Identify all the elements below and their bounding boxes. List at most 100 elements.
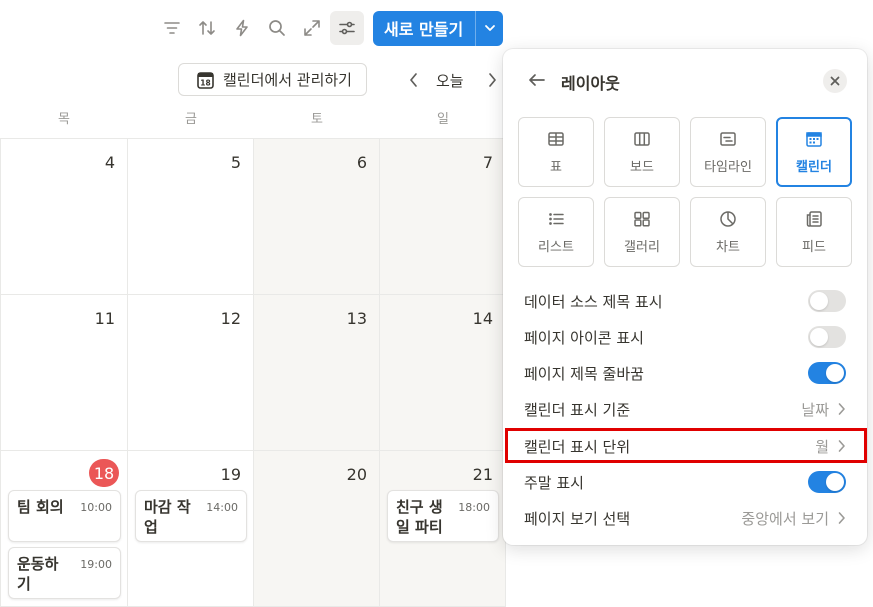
view-option-gallery[interactable]: 갤러리 xyxy=(604,197,680,267)
view-option-feed[interactable]: 피드 xyxy=(776,197,852,267)
view-option-chart[interactable]: 차트 xyxy=(690,197,766,267)
option-show-page-icon[interactable]: 페이지 아이콘 표시 xyxy=(518,320,852,354)
calendar-icon xyxy=(806,132,822,147)
day-number: 7 xyxy=(482,153,493,172)
option-show-calendar-by[interactable]: 캘린더 표시 기준 날짜 xyxy=(518,392,852,426)
view-option-timeline[interactable]: 타임라인 xyxy=(690,117,766,187)
view-option-label: 타임라인 xyxy=(704,160,752,175)
previous-month-button[interactable] xyxy=(405,70,423,90)
chevron-left-icon xyxy=(410,73,417,87)
feed-icon xyxy=(806,211,822,227)
day-number: 5 xyxy=(230,153,241,172)
manage-in-calendar-label: 캘린더에서 관리하기 xyxy=(223,71,352,89)
chevron-right-icon xyxy=(838,512,845,524)
option-value: 중앙에서 보기 xyxy=(741,509,829,528)
event-time: 14:00 xyxy=(206,501,238,514)
back-button[interactable] xyxy=(527,70,547,90)
settings-sliders-icon[interactable] xyxy=(330,11,364,45)
expand-icon[interactable] xyxy=(295,11,329,45)
table-icon xyxy=(548,132,564,146)
option-wrap-page-title[interactable]: 페이지 제목 줄바꿈 xyxy=(518,356,852,390)
sort-icon[interactable] xyxy=(190,11,224,45)
weekday-label: 토 xyxy=(311,112,323,127)
filter-icon[interactable] xyxy=(155,11,189,45)
event-title: 팀 회의 xyxy=(17,498,64,516)
option-show-source-title[interactable]: 데이터 소스 제목 표시 xyxy=(518,284,852,318)
manage-in-calendar-button[interactable]: 18 캘린더에서 관리하기 xyxy=(178,63,367,96)
calendar-app-icon: 18 xyxy=(197,71,214,89)
close-icon xyxy=(830,76,840,86)
view-option-table[interactable]: 표 xyxy=(518,117,594,187)
option-show-weekends[interactable]: 주말 표시 xyxy=(518,465,852,499)
list-icon xyxy=(549,213,564,225)
view-option-label: 보드 xyxy=(630,160,654,175)
day-number: 13 xyxy=(346,309,367,328)
toggle-switch[interactable] xyxy=(808,471,846,493)
event-time: 18:00 xyxy=(458,501,490,514)
chevron-right-icon xyxy=(489,73,496,87)
weekday-label: 목 xyxy=(58,112,70,127)
option-label: 페이지 아이콘 표시 xyxy=(524,328,644,347)
day-cell[interactable]: 20 xyxy=(254,451,380,607)
day-cell[interactable]: 14 xyxy=(380,295,506,451)
option-label: 페이지 보기 선택 xyxy=(524,509,631,528)
day-number: 12 xyxy=(220,309,241,328)
new-button[interactable]: 새로 만들기 xyxy=(373,11,475,46)
chevron-right-icon xyxy=(838,440,845,452)
day-cell[interactable]: 7 xyxy=(380,139,506,295)
event-card[interactable]: 운동하기 19:00 xyxy=(8,547,121,599)
layout-panel: 레이아웃 표 보드 타임라인 캘린더 리스트 갤러리 차트 피드 데이터 소스 … xyxy=(503,49,867,545)
view-option-list[interactable]: 리스트 xyxy=(518,197,594,267)
search-icon[interactable] xyxy=(260,11,294,45)
day-cell[interactable]: 4 xyxy=(1,139,128,295)
weekday-header: 목 금 토 일 xyxy=(0,108,506,130)
chevron-down-icon xyxy=(484,25,495,31)
toggle-switch[interactable] xyxy=(808,326,846,348)
event-card[interactable]: 마감 작업 14:00 xyxy=(135,490,247,542)
board-icon xyxy=(634,132,650,146)
view-toolbar: 새로 만들기 xyxy=(155,10,504,46)
calendar-week: 4 5 6 7 xyxy=(1,139,506,295)
day-cell[interactable]: 19 마감 작업 14:00 xyxy=(128,451,254,607)
option-value: 날짜 xyxy=(801,400,829,419)
day-cell[interactable]: 12 xyxy=(128,295,254,451)
toggle-switch[interactable] xyxy=(808,290,846,312)
option-label: 데이터 소스 제목 표시 xyxy=(524,292,663,311)
weekday-label: 금 xyxy=(185,112,197,127)
event-card[interactable]: 친구 생일 파티 18:00 xyxy=(387,490,499,542)
arrow-left-icon xyxy=(529,74,545,86)
view-option-label: 표 xyxy=(550,160,562,175)
event-card[interactable]: 팀 회의 10:00 xyxy=(8,490,121,542)
next-month-button[interactable] xyxy=(483,70,501,90)
calendar-week: 18 팀 회의 10:00 운동하기 19:00 19 마감 작업 14:00 … xyxy=(1,451,506,607)
option-page-open-mode[interactable]: 페이지 보기 선택 중앙에서 보기 xyxy=(518,501,852,535)
chart-icon xyxy=(720,211,736,227)
chevron-right-icon xyxy=(838,403,845,415)
option-label: 캘린더 표시 기준 xyxy=(524,400,631,419)
view-option-board[interactable]: 보드 xyxy=(604,117,680,187)
today-button[interactable]: 오늘 xyxy=(436,70,464,91)
day-cell[interactable]: 21 친구 생일 파티 18:00 xyxy=(380,451,506,607)
option-value: 월 xyxy=(815,437,829,456)
day-number: 11 xyxy=(94,309,115,328)
view-option-label: 갤러리 xyxy=(624,240,660,255)
day-cell[interactable]: 13 xyxy=(254,295,380,451)
calendar-week: 11 12 13 14 xyxy=(1,295,506,451)
event-title: 친구 생일 파티 xyxy=(396,498,443,536)
lightning-icon[interactable] xyxy=(225,11,259,45)
today-badge: 18 xyxy=(89,459,119,487)
day-cell-today[interactable]: 18 팀 회의 10:00 운동하기 19:00 xyxy=(1,451,128,607)
day-cell[interactable]: 6 xyxy=(254,139,380,295)
new-dropdown-button[interactable] xyxy=(475,10,503,46)
view-option-label: 캘린더 xyxy=(796,160,832,175)
new-button-group: 새로 만들기 xyxy=(373,10,504,46)
day-cell[interactable]: 11 xyxy=(1,295,128,451)
view-option-calendar[interactable]: 캘린더 xyxy=(776,117,852,187)
day-cell[interactable]: 5 xyxy=(128,139,254,295)
option-label: 캘린더 표시 단위 xyxy=(524,437,631,456)
toggle-switch[interactable] xyxy=(808,362,846,384)
option-calendar-unit[interactable]: 캘린더 표시 단위 월 xyxy=(518,429,852,463)
close-button[interactable] xyxy=(823,69,847,93)
option-label: 페이지 제목 줄바꿈 xyxy=(524,364,644,383)
view-option-label: 피드 xyxy=(802,240,826,255)
